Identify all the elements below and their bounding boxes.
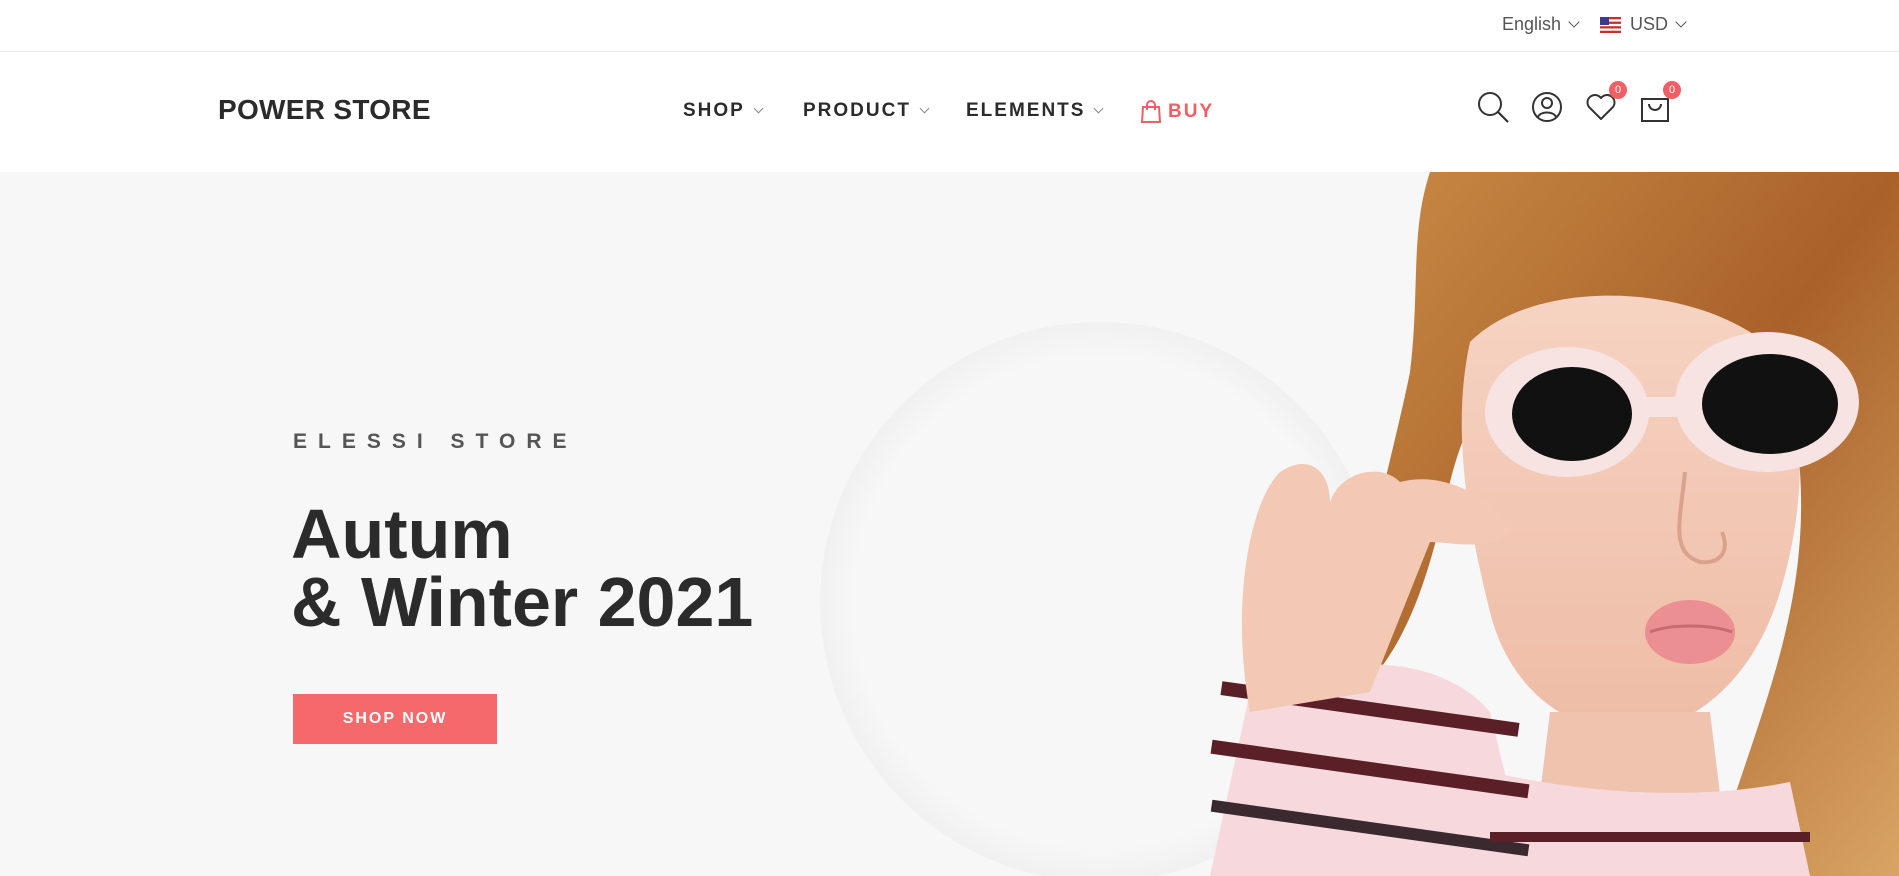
search-button[interactable] (1476, 90, 1510, 124)
chevron-down-icon (1568, 16, 1580, 28)
top-bar: English USD (0, 0, 1899, 52)
site-logo[interactable]: POWER STORE (218, 94, 431, 126)
hero-banner: ELESSI STORE Autum & Winter 2021 SHOP NO… (0, 172, 1899, 876)
account-button[interactable] (1530, 90, 1564, 124)
chevron-down-icon (1094, 103, 1104, 113)
search-icon (1478, 92, 1509, 123)
shopping-bag-icon (1140, 100, 1162, 123)
hero-title: Autum & Winter 2021 (291, 499, 753, 637)
wishlist-button[interactable]: 0 (1584, 81, 1627, 124)
us-flag-icon (1600, 16, 1621, 33)
main-header: POWER STORE SHOP PRODUCT ELEMENTS BUY 0 … (0, 52, 1899, 172)
nav-buy[interactable]: BUY (1140, 100, 1214, 124)
user-icon (1532, 92, 1562, 122)
chevron-down-icon (919, 103, 930, 113)
currency-label: USD (1630, 14, 1669, 34)
hero-subtitle: ELESSI STORE (293, 430, 578, 453)
wishlist-count-badge: 0 (1609, 81, 1627, 99)
cart-button[interactable]: 0 (1638, 81, 1681, 124)
nav-product[interactable]: PRODUCT (803, 100, 930, 122)
cart-count-badge: 0 (1663, 81, 1681, 99)
language-label: English (1502, 14, 1562, 34)
hero-title-line-2: & Winter 2021 (291, 563, 754, 641)
nav-shop[interactable]: SHOP (683, 100, 764, 122)
nav-elements[interactable]: ELEMENTS (966, 100, 1104, 122)
hero-title-line-1: Autum (291, 495, 513, 573)
shop-now-button[interactable]: SHOP NOW (293, 694, 497, 744)
chevron-down-icon (1675, 16, 1687, 28)
nav-shop-label: SHOP (683, 100, 745, 121)
nav-buy-label: BUY (1168, 101, 1215, 122)
language-selector[interactable]: English (1502, 14, 1580, 35)
currency-selector[interactable]: USD (1600, 14, 1687, 35)
chevron-down-icon (753, 103, 764, 113)
nav-elements-label: ELEMENTS (966, 100, 1086, 121)
hero-model-image (1210, 172, 1899, 876)
nav-product-label: PRODUCT (803, 100, 911, 121)
